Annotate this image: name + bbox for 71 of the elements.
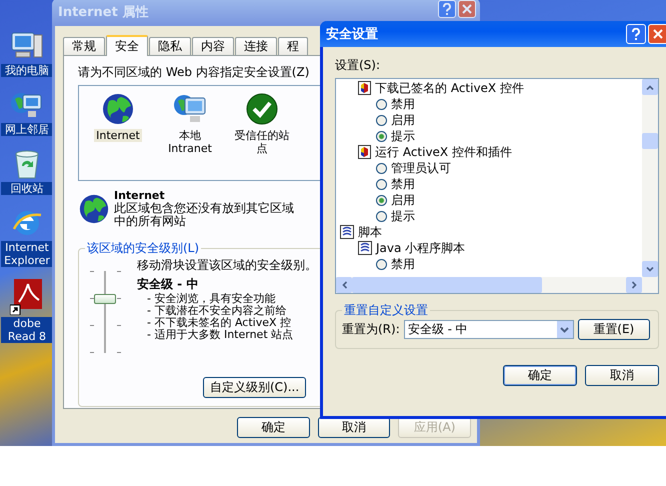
setting-option[interactable]: 运行 ActiveX 控件和插件 bbox=[375, 144, 512, 160]
script-icon bbox=[340, 225, 354, 239]
radio-button[interactable] bbox=[376, 98, 387, 110]
setting-option[interactable]: 提示 bbox=[391, 208, 415, 224]
tab[interactable]: 内容 bbox=[192, 37, 234, 55]
horizontal-scrollbar[interactable] bbox=[336, 277, 658, 293]
vertical-scrollbar[interactable] bbox=[642, 79, 658, 277]
zones-prompt: 请为不同区域的 Web 内容指定安全设置(Z) bbox=[78, 64, 310, 81]
radio-button[interactable] bbox=[376, 178, 387, 190]
settings-icon bbox=[358, 81, 371, 95]
tab[interactable]: 安全 bbox=[106, 35, 148, 56]
slider-thumb[interactable] bbox=[94, 294, 116, 304]
setting-option[interactable]: 脚本 bbox=[358, 224, 382, 240]
radio-button[interactable] bbox=[376, 114, 387, 126]
script-icon bbox=[358, 241, 372, 255]
setting-option[interactable]: 下载已签名的 ActiveX 控件 bbox=[375, 80, 524, 96]
window-title: Internet 属性 bbox=[58, 4, 148, 21]
tab[interactable]: 常规 bbox=[63, 37, 105, 55]
scrollbar-thumb[interactable] bbox=[352, 277, 542, 293]
zone-item[interactable]: 受信任的站点 bbox=[229, 129, 295, 155]
setting-option[interactable]: 禁用 bbox=[391, 176, 415, 192]
reset-label: 重置为(R): bbox=[342, 321, 400, 338]
dialog-button[interactable]: 确定 bbox=[503, 365, 577, 386]
group-title: 重置自定义设置 bbox=[343, 302, 429, 319]
level-description: - 下载潜在不安全内容之前给 bbox=[146, 305, 286, 317]
close-icon[interactable] bbox=[648, 24, 666, 44]
zone-name: Internet bbox=[114, 189, 165, 202]
setting-option[interactable]: 禁用 bbox=[391, 256, 415, 272]
radio-button[interactable] bbox=[376, 162, 387, 174]
desktop-icon-label[interactable]: Internet Explorer bbox=[1, 241, 53, 267]
setting-option[interactable]: 启用 bbox=[391, 192, 415, 208]
globe-icon[interactable] bbox=[101, 92, 135, 126]
desktop-icon-label[interactable]: 我的电脑 bbox=[1, 64, 53, 77]
settings-icon bbox=[358, 145, 371, 159]
group-title: 该区域的安全级别(L) bbox=[86, 240, 200, 257]
radio-button[interactable] bbox=[376, 210, 387, 222]
setting-option[interactable]: 管理员认可 bbox=[391, 160, 451, 176]
tab[interactable]: 程 bbox=[278, 37, 308, 55]
window-title: 安全设置 bbox=[326, 26, 378, 43]
setting-option[interactable]: Java 小程序脚本 bbox=[376, 240, 466, 256]
radio-button[interactable] bbox=[376, 194, 387, 206]
desktop-icon-label[interactable]: dobe Read 8 bbox=[1, 317, 53, 343]
tab[interactable]: 隐私 bbox=[149, 37, 191, 55]
custom-level-button[interactable]: 自定义级别(C)... bbox=[203, 377, 306, 398]
radio-button[interactable] bbox=[376, 130, 387, 142]
reset-level-dropdown[interactable]: 安全级 - 中 bbox=[404, 320, 574, 339]
level-description: - 不下载未签名的 ActiveX 控 bbox=[146, 317, 292, 329]
scrollbar-thumb[interactable] bbox=[642, 133, 658, 149]
pdf-shortcut-icon[interactable] bbox=[10, 279, 44, 315]
level-name: 安全级 - 中 bbox=[137, 276, 198, 292]
desktop-icon-label[interactable]: 回收站 bbox=[1, 182, 53, 195]
reset-button[interactable]: 重置(E) bbox=[578, 319, 650, 340]
setting-option[interactable]: 禁用 bbox=[391, 96, 415, 112]
dialog-button[interactable]: 取消 bbox=[318, 417, 390, 438]
help-icon[interactable] bbox=[626, 24, 646, 44]
level-description: - 适用于大多数 Internet 站点 bbox=[146, 329, 294, 341]
radio-button[interactable] bbox=[376, 258, 387, 270]
zone-item[interactable]: Internet bbox=[94, 129, 142, 142]
setting-option[interactable]: 提示 bbox=[391, 128, 415, 144]
dialog-button[interactable]: 确定 bbox=[237, 417, 310, 438]
level-hint: 移动滑块设置该区域的安全级别。 bbox=[137, 257, 317, 274]
desktop-icon-label[interactable]: 网上邻居 bbox=[1, 123, 53, 136]
globe-icon bbox=[78, 192, 110, 224]
dialog-button[interactable]: 取消 bbox=[585, 365, 659, 386]
zone-description: 此区域包含您还没有放到其它区域中的所有网站 bbox=[114, 202, 295, 228]
settings-label: 设置(S): bbox=[335, 57, 382, 74]
setting-option[interactable]: 启用 bbox=[391, 112, 415, 128]
zone-item[interactable]: 本地 Intranet bbox=[157, 129, 223, 155]
tab[interactable]: 连接 bbox=[235, 37, 277, 55]
level-description: - 安全浏览，具有安全功能 bbox=[146, 293, 276, 305]
checkmark-icon[interactable] bbox=[245, 92, 279, 126]
